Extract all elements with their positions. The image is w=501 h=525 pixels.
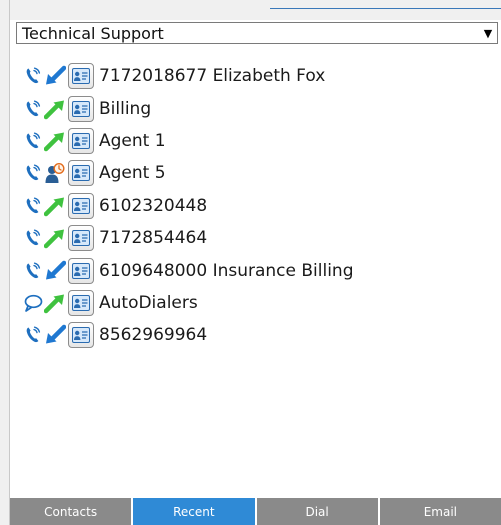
list-item[interactable]: Billing <box>22 92 492 124</box>
tab-recent[interactable]: Recent <box>133 498 257 525</box>
list-item-label: Agent 5 <box>99 163 166 184</box>
phone-icon <box>22 227 44 249</box>
tab-email[interactable]: Email <box>379 498 501 525</box>
contact-card-icon[interactable] <box>68 95 94 122</box>
list-item[interactable]: 7172854464 <box>22 222 492 254</box>
phone-icon <box>22 324 44 346</box>
contact-card-icon[interactable] <box>68 322 94 349</box>
list-item-label: 8562969964 <box>99 325 208 346</box>
contact-card-icon[interactable] <box>68 192 94 219</box>
contact-card-icon[interactable] <box>68 257 94 284</box>
list-item-label: 6102320448 <box>99 195 208 216</box>
queue-select[interactable]: Technical Support ▼ <box>16 22 498 44</box>
phone-icon <box>22 195 44 217</box>
left-panel-edge <box>0 0 10 525</box>
outbound-arrow-icon <box>44 292 66 314</box>
tab-dial[interactable]: Dial <box>256 498 380 525</box>
list-item[interactable]: 8562969964 <box>22 319 492 351</box>
contact-card-icon[interactable] <box>68 225 94 252</box>
list-item-label: 7172018677 Elizabeth Fox <box>99 66 326 87</box>
phone-icon <box>22 260 44 282</box>
missed-call-icon <box>44 162 66 184</box>
chat-bubble-icon <box>22 292 44 314</box>
phone-icon <box>22 65 44 87</box>
dropdown-arrow-icon[interactable]: ▼ <box>479 27 497 40</box>
list-item[interactable]: 7172018677 Elizabeth Fox <box>22 60 492 92</box>
list-item-label: 7172854464 <box>99 228 208 249</box>
phone-icon <box>22 162 44 184</box>
phone-icon <box>22 130 44 152</box>
contact-card-icon[interactable] <box>68 160 94 187</box>
inbound-arrow-icon <box>44 65 66 87</box>
list-item-label: Billing <box>99 98 152 119</box>
tab-contacts[interactable]: Contacts <box>10 498 134 525</box>
list-item[interactable]: Agent 1 <box>22 125 492 157</box>
list-item[interactable]: AutoDialers <box>22 287 492 319</box>
list-item[interactable]: Agent 5 <box>22 157 492 189</box>
list-item[interactable]: 6102320448 <box>22 190 492 222</box>
outbound-arrow-icon <box>44 195 66 217</box>
contact-card-icon[interactable] <box>68 63 94 90</box>
list-item-label: 6109648000 Insurance Billing <box>99 260 354 281</box>
outbound-arrow-icon <box>44 227 66 249</box>
queue-select-value: Technical Support <box>22 23 164 43</box>
inbound-arrow-icon <box>44 260 66 282</box>
list-item-label: Agent 1 <box>99 130 166 151</box>
top-bar <box>0 0 501 20</box>
contact-card-icon[interactable] <box>68 289 94 316</box>
outbound-arrow-icon <box>44 130 66 152</box>
contact-card-icon[interactable] <box>68 127 94 154</box>
outbound-arrow-icon <box>44 98 66 120</box>
bottom-tab-bar: Contacts Recent Dial Email <box>10 498 501 525</box>
inbound-arrow-icon <box>44 324 66 346</box>
top-divider <box>270 8 501 9</box>
phone-icon <box>22 98 44 120</box>
list-item-label: AutoDialers <box>99 292 198 313</box>
recent-calls-list: 7172018677 Elizabeth Fox Billing Agent 1 Ag… <box>22 60 492 352</box>
list-item[interactable]: 6109648000 Insurance Billing <box>22 254 492 286</box>
